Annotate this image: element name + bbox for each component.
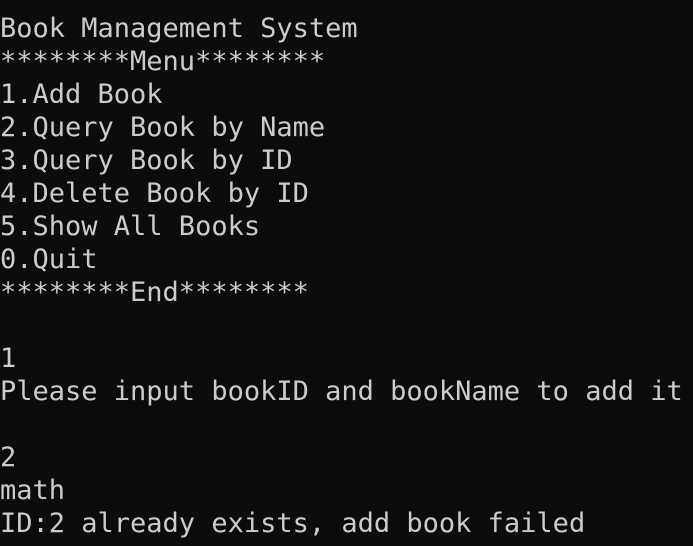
menu-item-quit: 0.Quit — [0, 244, 98, 275]
menu-item-query-by-id: 3.Query Book by ID — [0, 145, 293, 176]
user-input-book-id: 2 — [0, 442, 17, 473]
menu-header-line: ********Menu******** — [0, 46, 326, 77]
result-message: ID:2 already exists, add book failed — [0, 508, 586, 539]
menu-item-delete-by-id: 4.Delete Book by ID — [0, 178, 309, 209]
menu-footer-line: ********End******** — [0, 277, 309, 308]
add-book-prompt: Please input bookID and bookName to add … — [0, 376, 683, 407]
user-input-choice: 1 — [0, 343, 17, 374]
console-window[interactable]: Book Management System ********Menu*****… — [0, 0, 693, 546]
menu-item-show-all: 5.Show All Books — [0, 211, 261, 242]
menu-item-add-book: 1.Add Book — [0, 79, 163, 110]
app-title-line: Book Management System — [0, 13, 358, 44]
menu-item-query-by-name: 2.Query Book by Name — [0, 112, 326, 143]
user-input-book-name: math — [0, 475, 66, 506]
